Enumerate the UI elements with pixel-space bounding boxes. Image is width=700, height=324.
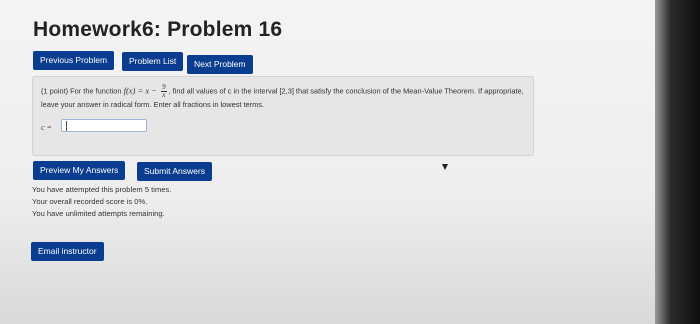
answer-input[interactable]	[61, 119, 147, 132]
previous-problem-button[interactable]: Previous Problem	[33, 51, 115, 70]
text-cursor	[66, 121, 67, 131]
page-title: Homework6: Problem 16	[33, 18, 283, 41]
answer-label: c =	[41, 123, 52, 132]
monitor-bezel	[655, 0, 700, 324]
problem-text: (1 point) For the function f(x) = x − 9 …	[41, 84, 533, 110]
next-problem-button[interactable]: Next Problem	[187, 55, 253, 74]
attempts-text: You have attempted this problem 5 times.	[32, 185, 172, 194]
problem-statement-box: (1 point) For the function f(x) = x − 9 …	[32, 76, 534, 156]
problem-list-button[interactable]: Problem List	[122, 52, 184, 71]
function-fraction: 9 x	[161, 84, 167, 99]
preview-answers-button[interactable]: Preview My Answers	[33, 161, 126, 180]
email-instructor-button[interactable]: Email instructor	[31, 242, 104, 261]
problem-points-intro: (1 point) For the function	[41, 86, 122, 96]
attempt-status: You have attempted this problem 5 times.…	[32, 184, 171, 220]
remaining-text: You have unlimited attempts remaining.	[32, 209, 165, 218]
score-text: Your overall recorded score is 0%.	[32, 197, 148, 206]
browser-viewport: Homework6: Problem 16 Previous Problem P…	[0, 0, 655, 324]
function-expression: f(x) = x −	[123, 85, 158, 96]
fraction-denominator: x	[162, 91, 166, 99]
mouse-pointer-icon	[442, 164, 448, 170]
submit-answers-button[interactable]: Submit Answers	[137, 162, 212, 181]
